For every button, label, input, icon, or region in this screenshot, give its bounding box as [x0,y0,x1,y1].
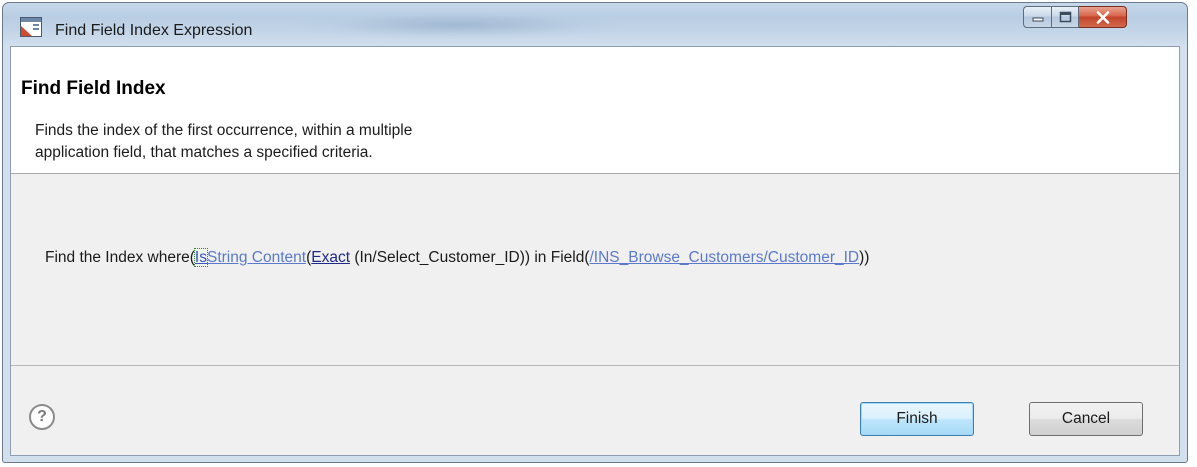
is-link[interactable]: Is [193,248,208,267]
field-link[interactable]: /INS_Browse_Customers/Customer_ID [589,249,859,266]
wizard-header: Find Field Index Finds the index of the … [11,47,1179,174]
footer-separator [11,365,1179,366]
window-title: Find Field Index Expression [55,22,253,39]
close-icon [1096,10,1109,24]
page-title: Find Field Index [21,78,166,99]
page-description-line-1: Finds the index of the first occurrence,… [35,122,413,139]
dialog-app-icon [20,17,42,37]
close-button[interactable] [1079,6,1127,28]
exact-link[interactable]: Exact [311,249,350,266]
help-button[interactable]: ? [29,404,55,430]
expression-prefix: Find the Index where( [45,249,195,266]
title-bar-background-blur [293,11,623,39]
expression-suffix: )) [859,249,870,266]
title-bar[interactable]: Find Field Index Expression [3,3,1187,47]
expression-value: (In/Select_Customer_ID)) in Field( [350,249,590,266]
finish-button[interactable]: Finish [860,402,974,436]
minimize-button[interactable] [1023,6,1051,28]
cancel-button[interactable]: Cancel [1029,402,1143,436]
minimize-icon [1032,17,1043,22]
maximize-icon [1059,11,1071,23]
help-icon: ? [37,408,47,425]
expression-text: Find the Index where(IsString Content(Ex… [45,248,870,267]
page-description: Finds the index of the first occurrence,… [35,120,595,164]
window-controls [1023,6,1127,28]
page-description-line-2: application field, that matches a specif… [35,144,373,161]
dialog-content: Find Field Index Finds the index of the … [10,46,1180,456]
dialog-window: Find Field Index Expression Find Field I… [2,2,1188,463]
maximize-button[interactable] [1051,6,1079,28]
string-content-link[interactable]: String Content [207,249,306,266]
